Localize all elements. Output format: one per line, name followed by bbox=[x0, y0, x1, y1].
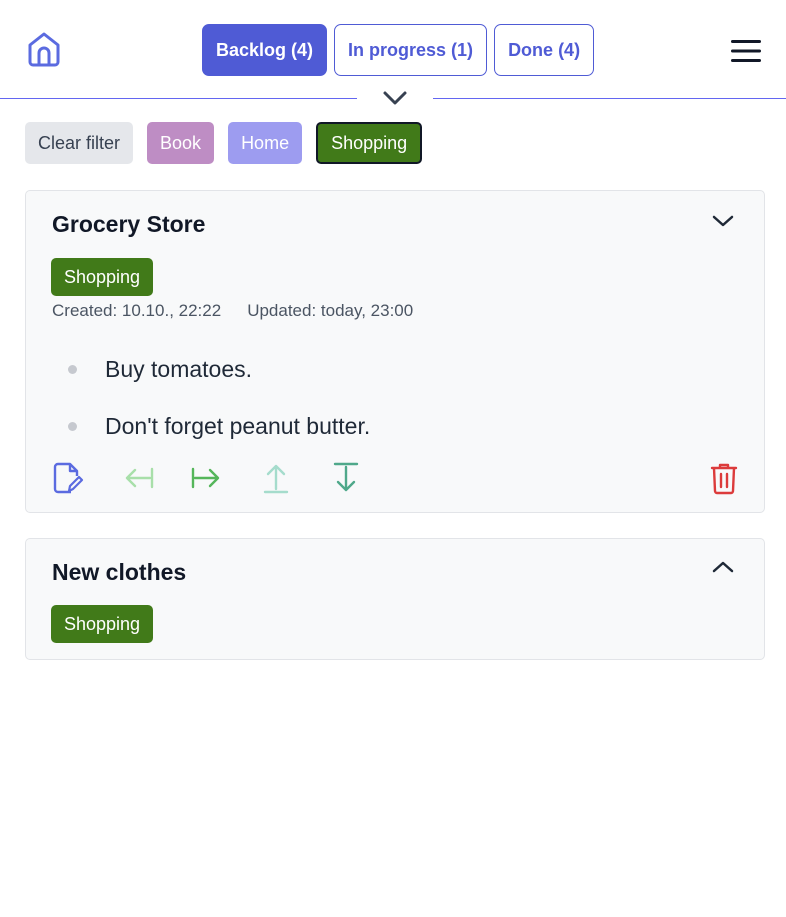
category-filters: Clear filter Book Home Shopping bbox=[25, 122, 423, 164]
status-tabs: Backlog (4) In progress (1) Done (4) bbox=[202, 24, 595, 76]
hamburger-menu-icon[interactable] bbox=[730, 38, 762, 64]
task-actions bbox=[52, 461, 742, 497]
task-title: Grocery Store bbox=[52, 211, 206, 237]
list-item: Don't forget peanut butter. bbox=[66, 398, 370, 455]
bullet-icon bbox=[68, 422, 77, 431]
chevron-down-icon[interactable] bbox=[710, 213, 736, 229]
move-top-icon[interactable] bbox=[260, 461, 292, 495]
collapse-filters-button[interactable] bbox=[357, 84, 433, 112]
filter-home[interactable]: Home bbox=[228, 122, 303, 164]
list-item-text: Buy tomatoes. bbox=[105, 356, 253, 382]
delete-icon[interactable] bbox=[708, 461, 740, 495]
task-card: New clothes Shopping bbox=[25, 538, 765, 660]
bullet-icon bbox=[68, 365, 77, 374]
filter-shopping[interactable]: Shopping bbox=[316, 122, 423, 164]
move-right-icon[interactable] bbox=[191, 461, 223, 495]
chevron-up-icon[interactable] bbox=[710, 559, 736, 575]
list-item: Buy tomatoes. bbox=[66, 341, 370, 398]
task-meta: Created: 10.10., 22:22 Updated: today, 2… bbox=[52, 301, 413, 321]
move-left-icon[interactable] bbox=[122, 461, 154, 495]
tab-done[interactable]: Done (4) bbox=[494, 24, 595, 76]
move-bottom-icon[interactable] bbox=[330, 461, 362, 495]
task-items: Buy tomatoes. Don't forget peanut butter… bbox=[66, 341, 370, 455]
home-icon[interactable] bbox=[25, 30, 63, 68]
edit-icon[interactable] bbox=[52, 461, 84, 495]
created-date: Created: 10.10., 22:22 bbox=[52, 301, 222, 320]
clear-filter-button[interactable]: Clear filter bbox=[25, 122, 134, 164]
task-title: New clothes bbox=[52, 559, 187, 585]
category-tag: Shopping bbox=[51, 258, 154, 296]
list-item-text: Don't forget peanut butter. bbox=[105, 413, 371, 439]
chevron-down-icon bbox=[383, 91, 407, 105]
category-tag: Shopping bbox=[51, 605, 154, 643]
tab-backlog[interactable]: Backlog (4) bbox=[202, 24, 328, 76]
updated-date: Updated: today, 23:00 bbox=[247, 301, 414, 320]
filter-book[interactable]: Book bbox=[147, 122, 215, 164]
task-card: Grocery Store Shopping Created: 10.10., … bbox=[25, 190, 765, 513]
tab-in-progress[interactable]: In progress (1) bbox=[334, 24, 488, 76]
